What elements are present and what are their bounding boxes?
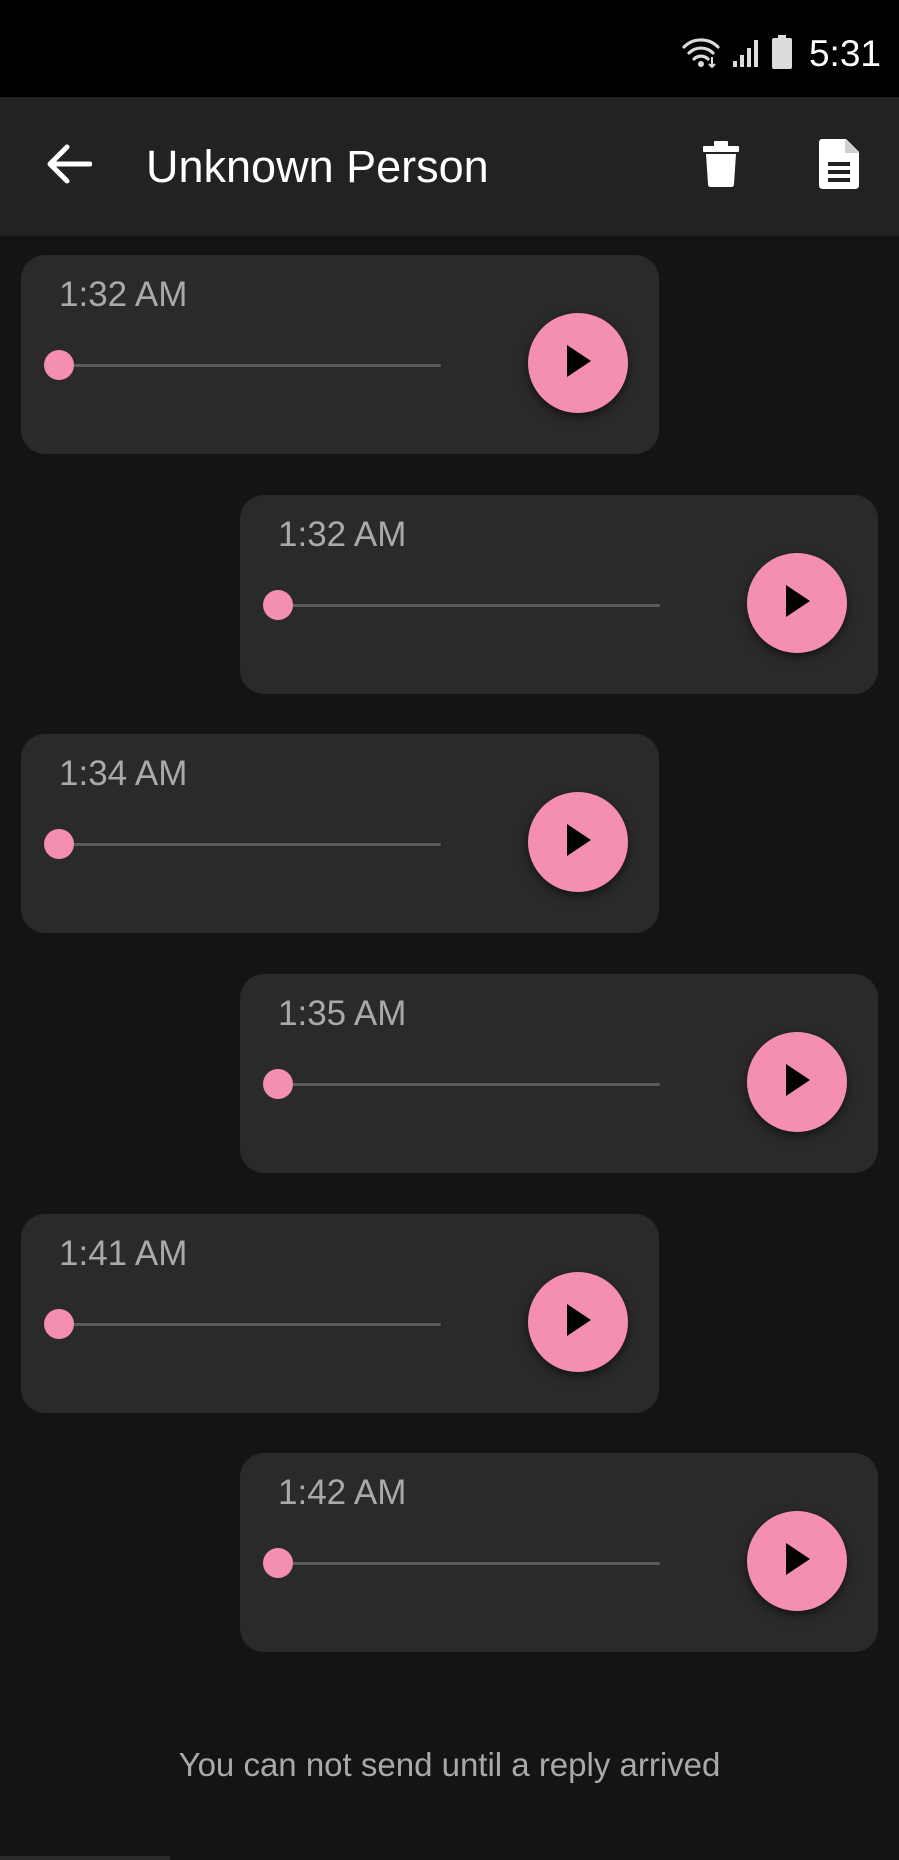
arrow-back-icon <box>46 143 93 190</box>
message-bubble: 1:35 AM <box>240 974 878 1173</box>
play-button[interactable] <box>747 553 847 653</box>
send-disabled-note: You can not send until a reply arrived <box>178 1746 721 1783</box>
message-time: 1:42 AM <box>278 1473 407 1512</box>
message-time: 1:35 AM <box>278 994 407 1033</box>
play-button[interactable] <box>528 1272 628 1372</box>
seek-thumb[interactable] <box>263 1069 293 1099</box>
seek-bar[interactable] <box>263 1069 660 1099</box>
message-bubble: 1:32 AM <box>240 495 878 694</box>
signal-icon <box>731 35 761 74</box>
message-time: 1:41 AM <box>59 1234 188 1273</box>
seek-bar[interactable] <box>44 829 441 859</box>
status-time: 5:31 <box>808 33 881 74</box>
seek-thumb[interactable] <box>263 1548 293 1578</box>
delete-icon <box>701 140 741 193</box>
play-button[interactable] <box>747 1032 847 1132</box>
play-icon <box>561 1301 595 1344</box>
play-icon <box>780 1540 814 1583</box>
seek-bar[interactable] <box>44 350 441 380</box>
nav-indicator <box>0 1856 170 1860</box>
seek-bar[interactable] <box>263 590 660 620</box>
status-bar: 5:31 <box>0 0 899 97</box>
message-time: 1:34 AM <box>59 754 188 793</box>
seek-thumb[interactable] <box>44 829 74 859</box>
seek-thumb[interactable] <box>44 1309 74 1339</box>
delete-button[interactable] <box>688 133 754 199</box>
play-icon <box>561 821 595 864</box>
play-icon <box>780 1061 814 1104</box>
page-title: Unknown Person <box>146 141 489 192</box>
message-bubble: 1:42 AM <box>240 1453 878 1652</box>
message-list: 1:32 AM 1:32 AM 1:34 AM 1:35 AM 1:41 AM … <box>0 236 899 1686</box>
status-icons: 5:31 <box>681 30 881 78</box>
wifi-icon <box>681 35 721 74</box>
app-bar: Unknown Person <box>0 97 899 236</box>
play-button[interactable] <box>528 792 628 892</box>
battery-icon <box>771 34 793 75</box>
seek-thumb[interactable] <box>44 350 74 380</box>
play-icon <box>561 342 595 385</box>
message-bubble: 1:34 AM <box>21 734 659 933</box>
seek-bar[interactable] <box>263 1548 660 1578</box>
message-time: 1:32 AM <box>59 275 188 314</box>
message-bubble: 1:32 AM <box>21 255 659 454</box>
message-bubble: 1:41 AM <box>21 1214 659 1413</box>
play-button[interactable] <box>747 1511 847 1611</box>
message-time: 1:32 AM <box>278 515 407 554</box>
play-button[interactable] <box>528 313 628 413</box>
play-icon <box>780 582 814 625</box>
document-icon <box>818 138 860 195</box>
seek-bar[interactable] <box>44 1309 441 1339</box>
seek-thumb[interactable] <box>263 590 293 620</box>
document-button[interactable] <box>806 133 872 199</box>
back-button[interactable] <box>36 133 102 199</box>
